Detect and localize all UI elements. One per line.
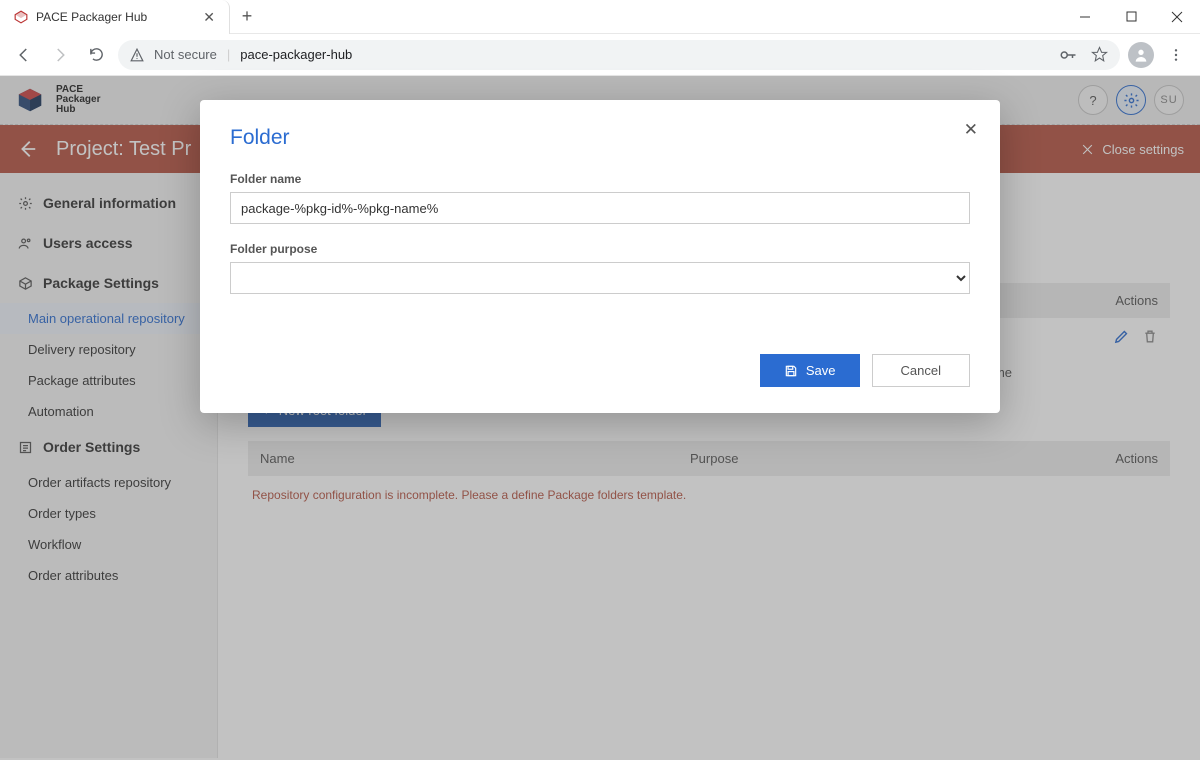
tab-close-icon[interactable]: ✕: [203, 9, 215, 26]
window-controls: [1062, 0, 1200, 33]
key-icon[interactable]: [1059, 46, 1077, 64]
forward-icon[interactable]: [46, 41, 74, 69]
not-secure-label: Not secure: [154, 47, 217, 62]
cancel-button[interactable]: Cancel: [872, 354, 970, 387]
dialog-title: Folder: [230, 126, 970, 150]
not-secure-icon: [130, 48, 144, 62]
address-bar[interactable]: Not secure | pace-packager-hub: [118, 40, 1120, 70]
folder-purpose-label: Folder purpose: [230, 242, 970, 256]
back-icon[interactable]: [10, 41, 38, 69]
folder-purpose-select[interactable]: [230, 262, 970, 294]
star-icon[interactable]: [1091, 46, 1108, 63]
window-titlebar: PACE Packager Hub ✕ +: [0, 0, 1200, 34]
save-button[interactable]: Save: [760, 354, 860, 387]
browser-tab[interactable]: PACE Packager Hub ✕: [0, 0, 230, 34]
close-window-icon[interactable]: [1154, 0, 1200, 33]
browser-toolbar: Not secure | pace-packager-hub: [0, 34, 1200, 76]
dialog-close-icon[interactable]: ✕: [964, 120, 978, 140]
profile-avatar-icon[interactable]: [1128, 42, 1154, 68]
tab-favicon: [14, 10, 28, 24]
button-label: Save: [806, 363, 836, 378]
reload-icon[interactable]: [82, 41, 110, 69]
folder-name-input[interactable]: [230, 192, 970, 224]
url-text: pace-packager-hub: [240, 47, 352, 62]
minimize-icon[interactable]: [1062, 0, 1108, 33]
save-icon: [784, 364, 798, 378]
folder-dialog: ✕ Folder Folder name Folder purpose Save…: [200, 100, 1000, 413]
tab-title: PACE Packager Hub: [36, 10, 147, 24]
maximize-icon[interactable]: [1108, 0, 1154, 33]
folder-name-label: Folder name: [230, 172, 970, 186]
new-tab-button[interactable]: +: [230, 0, 264, 33]
kebab-menu-icon[interactable]: [1162, 41, 1190, 69]
